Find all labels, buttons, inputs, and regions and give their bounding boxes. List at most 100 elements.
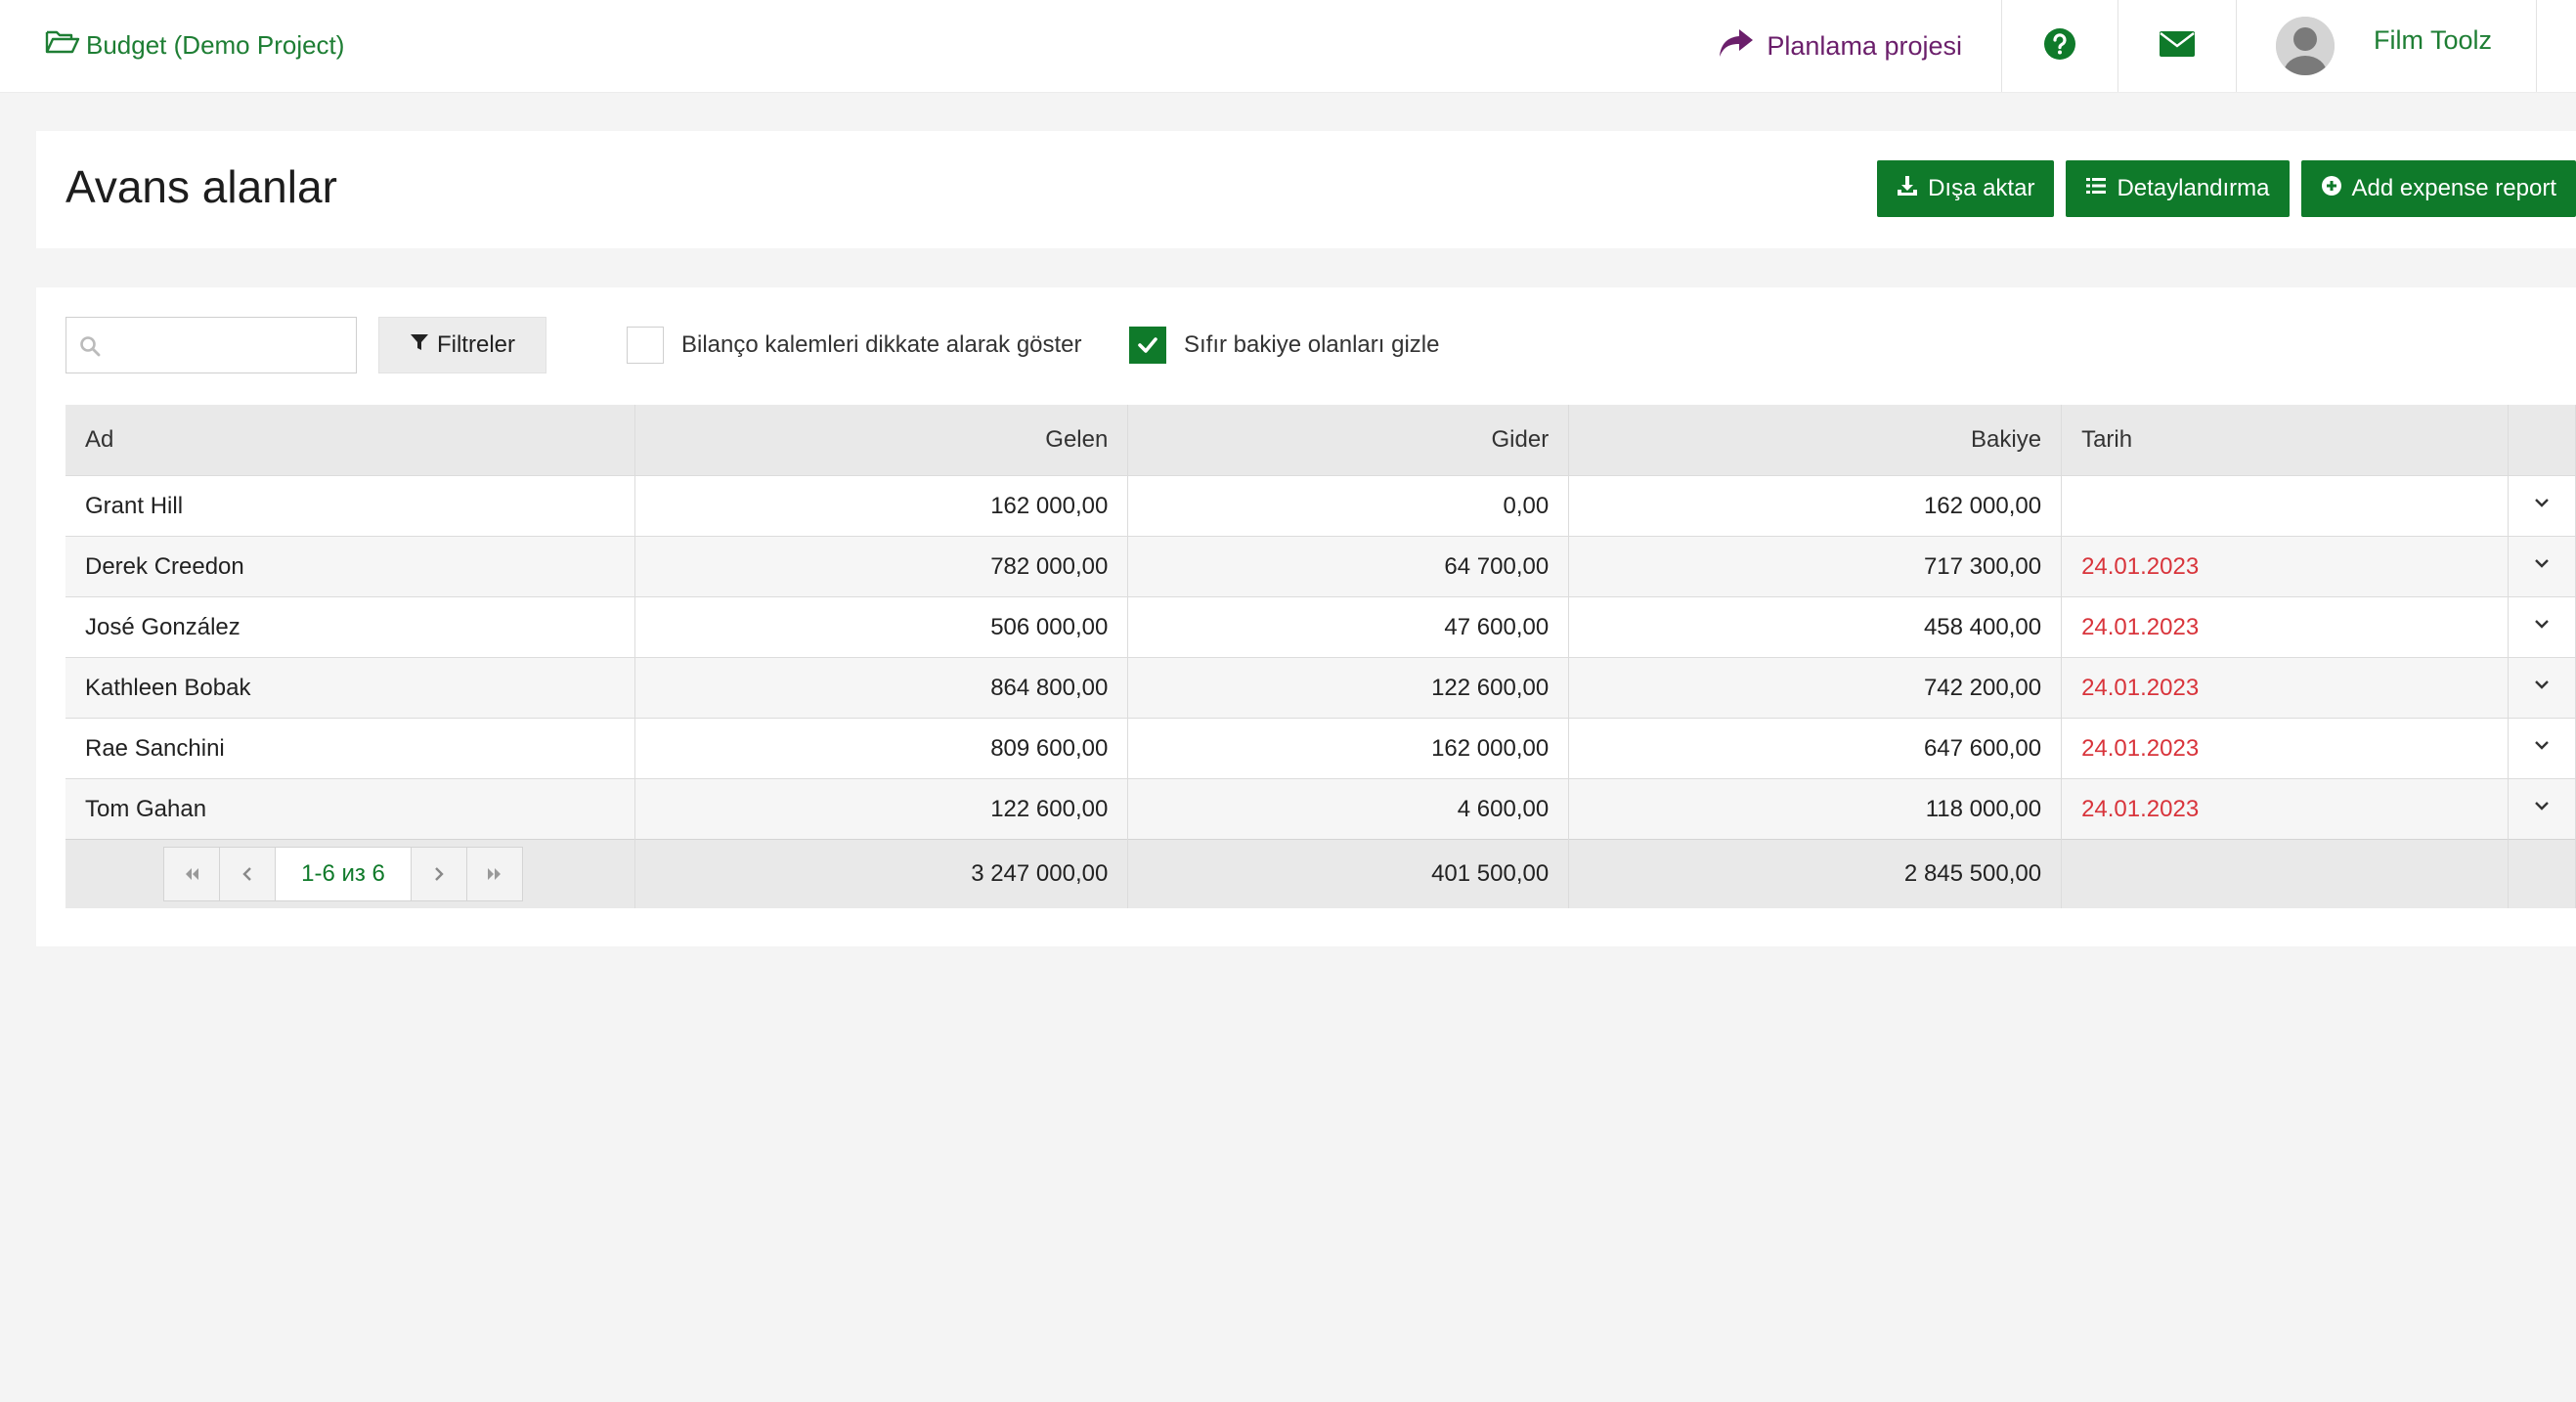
user-menu[interactable]: Film Toolz — [2236, 0, 2536, 92]
chevron-down-icon — [2535, 802, 2549, 811]
topbar-divider — [2536, 0, 2576, 92]
table-row[interactable]: Derek Creedon 782 000,00 64 700,00 717 3… — [65, 536, 2576, 597]
row-expand-button[interactable] — [2508, 536, 2576, 597]
column-header-incoming[interactable]: Gelen — [634, 405, 1129, 476]
pager-cell: 1-6 из 6 — [65, 839, 636, 908]
first-page-button[interactable] — [164, 848, 220, 900]
balance-items-checkbox-label: Bilanço kalemleri dikkate alarak göster — [681, 331, 1082, 358]
add-expense-report-button[interactable]: Add expense report — [2300, 160, 2576, 217]
chevron-down-icon — [2535, 741, 2549, 750]
balance-items-checkbox[interactable]: Bilanço kalemleri dikkate alarak göster — [627, 327, 1082, 364]
filters-button[interactable]: Filtreler — [378, 317, 546, 373]
cell-incoming: 809 600,00 — [634, 718, 1129, 779]
export-button[interactable]: Dışa aktar — [1877, 160, 2055, 217]
top-right-actions: Planlama projesi Film Toolz — [1718, 0, 2576, 92]
advances-table: Ad Gelen Gider Bakiye Tarih Grant Hill 1… — [65, 405, 2576, 908]
row-expand-button[interactable] — [2508, 657, 2576, 719]
cell-balance: 118 000,00 — [1568, 778, 2063, 840]
cell-incoming: 782 000,00 — [634, 536, 1129, 597]
cell-date: 24.01.2023 — [2061, 778, 2509, 840]
hide-zero-balance-checkbox-label: Sıfır bakiye olanları gizle — [1184, 331, 1440, 358]
row-expand-button[interactable] — [2508, 778, 2576, 840]
hide-zero-balance-checkbox-box[interactable] — [1129, 327, 1166, 364]
chevron-down-icon — [2535, 559, 2549, 568]
checkmark-icon — [1138, 337, 1157, 353]
list-icon — [2085, 175, 2107, 203]
cell-expense: 122 600,00 — [1127, 657, 1570, 719]
cell-expense: 4 600,00 — [1127, 778, 1570, 840]
chevron-down-icon — [2535, 620, 2549, 629]
question-circle-icon — [2043, 27, 2076, 66]
cell-date: 24.01.2023 — [2061, 596, 2509, 658]
cell-name: Rae Sanchini — [65, 718, 636, 779]
row-expand-button[interactable] — [2508, 475, 2576, 537]
table-row[interactable]: Tom Gahan 122 600,00 4 600,00 118 000,00… — [65, 778, 2576, 840]
row-expand-button[interactable] — [2508, 596, 2576, 658]
previous-page-button[interactable] — [220, 848, 276, 900]
add-expense-report-label: Add expense report — [2351, 175, 2556, 201]
hide-zero-balance-checkbox[interactable]: Sıfır bakiye olanları gizle — [1129, 327, 1439, 364]
cell-name: José González — [65, 596, 636, 658]
last-page-button[interactable] — [467, 848, 522, 900]
next-page-button[interactable] — [412, 848, 467, 900]
cell-name: Tom Gahan — [65, 778, 636, 840]
detail-button[interactable]: Detaylandırma — [2066, 160, 2290, 217]
column-header-date[interactable]: Tarih — [2061, 405, 2509, 476]
cell-balance: 162 000,00 — [1568, 475, 2063, 537]
planning-project-label: Planlama projesi — [1767, 30, 1962, 61]
cell-expense: 47 600,00 — [1127, 596, 1570, 658]
cell-name: Kathleen Bobak — [65, 657, 636, 719]
column-header-balance[interactable]: Bakiye — [1568, 405, 2063, 476]
cell-incoming: 162 000,00 — [634, 475, 1129, 537]
page-header: Avans alanlar Dışa aktar Detaylandırma A… — [36, 131, 2576, 248]
cell-date — [2061, 475, 2509, 537]
cell-date: 24.01.2023 — [2061, 718, 2509, 779]
cell-expense: 0,00 — [1127, 475, 1570, 537]
share-arrow-icon — [1718, 27, 1755, 66]
totals-row: 1-6 из 6 3 247 000,00 401 500,00 2 845 5… — [65, 839, 2576, 908]
chevron-down-icon — [2535, 680, 2549, 689]
chevron-down-icon — [2535, 499, 2549, 507]
cell-balance: 647 600,00 — [1568, 718, 2063, 779]
cell-name: Derek Creedon — [65, 536, 636, 597]
table-row[interactable]: Rae Sanchini 809 600,00 162 000,00 647 6… — [65, 718, 2576, 779]
cell-incoming: 122 600,00 — [634, 778, 1129, 840]
cell-balance: 742 200,00 — [1568, 657, 2063, 719]
content-panel: Filtreler Bilanço kalemleri dikkate alar… — [36, 287, 2576, 946]
page-title: Avans alanlar — [65, 161, 337, 212]
balance-items-checkbox-box[interactable] — [627, 327, 664, 364]
table-row[interactable]: Kathleen Bobak 864 800,00 122 600,00 742… — [65, 657, 2576, 719]
total-balance: 2 845 500,00 — [1568, 839, 2063, 908]
cell-expense: 162 000,00 — [1127, 718, 1570, 779]
help-button[interactable] — [2001, 0, 2118, 92]
project-label: Budget (Demo Project) — [86, 29, 345, 60]
export-button-label: Dışa aktar — [1928, 175, 2035, 201]
project-link[interactable]: Budget (Demo Project) — [45, 25, 344, 65]
cell-incoming: 864 800,00 — [634, 657, 1129, 719]
user-name: Film Toolz — [2374, 24, 2493, 55]
column-header-actions — [2508, 405, 2576, 476]
messages-button[interactable] — [2118, 0, 2236, 92]
double-chevron-left-icon — [186, 868, 198, 880]
search-input[interactable] — [111, 326, 350, 367]
cell-incoming: 506 000,00 — [634, 596, 1129, 658]
funnel-icon — [410, 331, 429, 359]
table-row[interactable]: José González 506 000,00 47 600,00 458 4… — [65, 596, 2576, 658]
double-chevron-right-icon — [488, 868, 501, 880]
search-field[interactable] — [65, 317, 357, 373]
plus-circle-icon — [2321, 175, 2342, 203]
chevron-right-icon — [435, 867, 444, 881]
total-incoming: 3 247 000,00 — [634, 839, 1129, 908]
planning-project-link[interactable]: Planlama projesi — [1718, 0, 2001, 92]
top-navigation-bar: Budget (Demo Project) Planlama projesi F… — [0, 0, 2576, 93]
column-header-expense[interactable]: Gider — [1127, 405, 1570, 476]
cell-balance: 458 400,00 — [1568, 596, 2063, 658]
row-expand-button[interactable] — [2508, 718, 2576, 779]
cell-date: 24.01.2023 — [2061, 657, 2509, 719]
column-header-name[interactable]: Ad — [65, 405, 636, 476]
download-icon — [1897, 175, 1918, 203]
total-expense: 401 500,00 — [1127, 839, 1570, 908]
table-row[interactable]: Grant Hill 162 000,00 0,00 162 000,00 — [65, 475, 2576, 537]
total-date-empty — [2061, 839, 2509, 908]
detail-button-label: Detaylandırma — [2117, 175, 2270, 201]
